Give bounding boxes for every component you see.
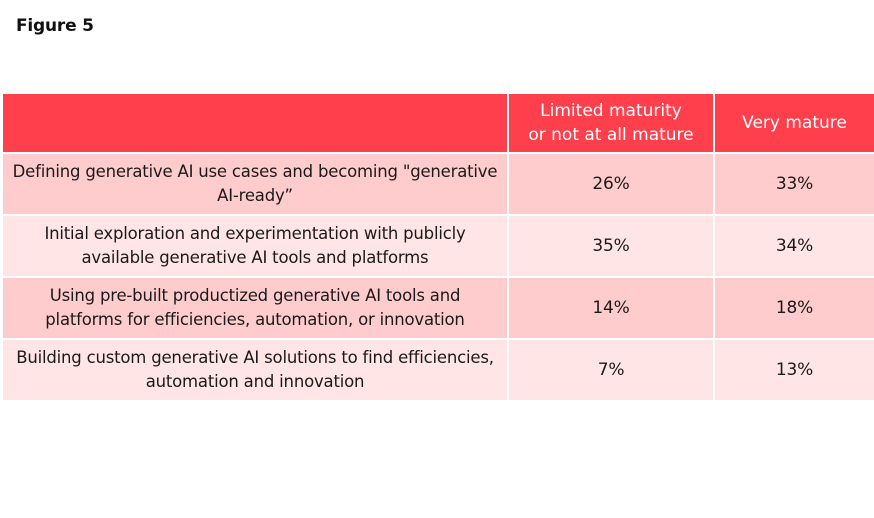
limited-maturity-value: 35% [507, 214, 715, 278]
header-limited-maturity: Limited maturity or not at all mature [507, 92, 715, 154]
row-label: Using pre-built productized generative A… [1, 276, 509, 340]
very-mature-value: 18% [713, 276, 874, 340]
row-label: Initial exploration and experimentation … [1, 214, 509, 278]
header-limited-line1: Limited maturity [540, 101, 682, 121]
header-blank [1, 92, 509, 154]
header-limited-line2: or not at all mature [528, 125, 694, 145]
limited-maturity-value: 14% [507, 276, 715, 340]
limited-maturity-value: 26% [507, 152, 715, 216]
very-mature-value: 13% [713, 338, 874, 402]
table-row: Building custom generative AI solutions … [1, 338, 874, 402]
header-very-mature: Very mature [713, 92, 874, 154]
figure-title: Figure 5 [16, 16, 94, 36]
limited-maturity-value: 7% [507, 338, 715, 402]
very-mature-value: 34% [713, 214, 874, 278]
maturity-table: Limited maturity or not at all mature Ve… [1, 92, 874, 402]
table-row: Using pre-built productized generative A… [1, 276, 874, 340]
very-mature-value: 33% [713, 152, 874, 216]
header-row: Limited maturity or not at all mature Ve… [1, 92, 874, 154]
row-label: Defining generative AI use cases and bec… [1, 152, 509, 216]
table-row: Initial exploration and experimentation … [1, 214, 874, 278]
row-label: Building custom generative AI solutions … [1, 338, 509, 402]
table-row: Defining generative AI use cases and bec… [1, 152, 874, 216]
